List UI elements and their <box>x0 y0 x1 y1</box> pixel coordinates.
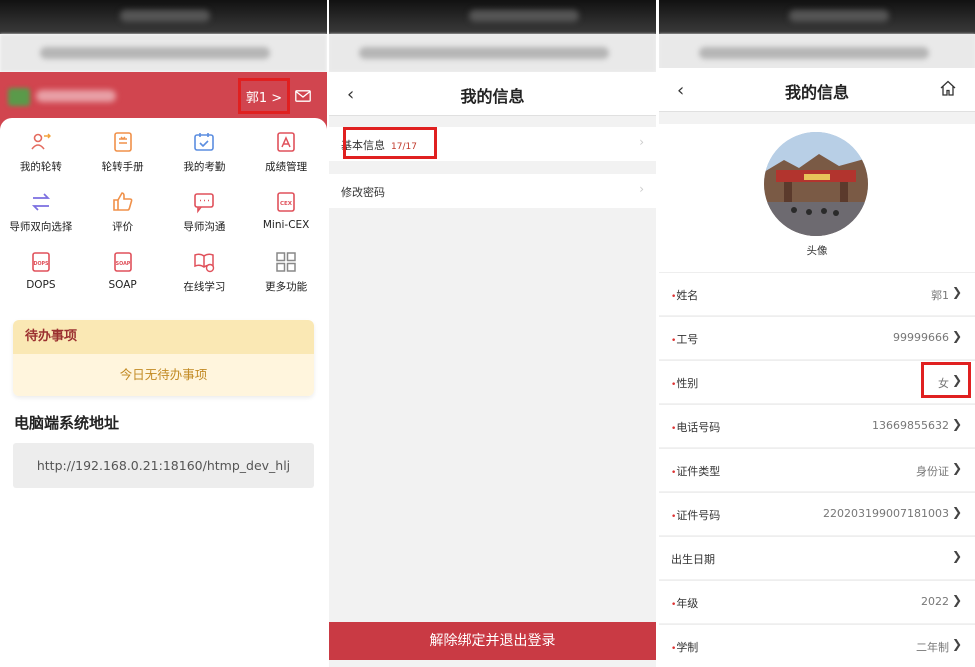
avatar-label: 头像 <box>806 245 828 257</box>
chevron-right-icon: ❯ <box>951 329 962 343</box>
chevron-right-icon: › <box>639 182 644 196</box>
nav-bar: ‹ 我的信息 <box>659 68 975 112</box>
field-row-birth-date[interactable]: 出生日期 ❯ <box>659 536 975 579</box>
field-row-id-type[interactable]: •证件类型 身份证 ❯ <box>659 448 975 491</box>
grid-item-mentor-selection[interactable]: 导师双向选择 <box>0 190 82 236</box>
field-row-employee-id[interactable]: •工号 99999666 ❯ <box>659 316 975 359</box>
unbind-logout-button[interactable]: 解除绑定并退出登录 <box>329 622 656 660</box>
field-row-name[interactable]: •姓名 郭1 ❯ <box>659 272 975 315</box>
basic-info-screen: ‹ 我的信息 头像 •姓名 郭1 ❯ •工号 99999666 ❯ •性别 女 … <box>659 0 975 667</box>
field-label: 学制 <box>676 641 699 654</box>
field-row-grade[interactable]: •年级 2022 ❯ <box>659 580 975 623</box>
attendance-calendar-icon <box>194 133 215 151</box>
chevron-right-icon: ❯ <box>951 417 962 431</box>
chevron-right-icon: › <box>639 135 644 149</box>
field-label: 证件类型 <box>676 465 721 478</box>
dops-form-icon: DOPS <box>32 252 50 272</box>
browser-url-bar <box>0 34 327 72</box>
chevron-right-icon: ❯ <box>951 285 962 299</box>
grid-item-rotation[interactable]: 我的轮转 <box>0 130 82 176</box>
grid-item-more[interactable]: 更多功能 <box>245 250 327 296</box>
rotation-icon <box>31 133 51 150</box>
thumbs-up-icon <box>112 192 133 211</box>
field-value: 13669855632 <box>872 419 949 432</box>
todo-card: 待办事项 今日无待办事项 <box>13 320 314 396</box>
field-value: 身份证 <box>916 465 949 478</box>
svg-text:CEX: CEX <box>280 201 293 207</box>
user-profile-link[interactable]: 郭1 > <box>238 78 290 114</box>
grid-item-dops[interactable]: DOPS DOPS <box>0 250 82 296</box>
grid-item-mini-cex[interactable]: CEX Mini-CEX <box>245 190 327 236</box>
field-value: 郭1 <box>931 289 949 302</box>
chevron-right-icon: ❯ <box>951 637 962 651</box>
change-password-row[interactable]: 修改密码 › <box>329 174 656 208</box>
pc-address-title: 电脑端系统地址 <box>14 414 120 432</box>
home-screen: 郭1 > 我的轮转 轮转手册 我的考勤 成绩管理 导师双向选择 评价 导师沟通 … <box>0 0 327 667</box>
grid-item-grades[interactable]: 成绩管理 <box>245 130 327 176</box>
status-bar <box>659 0 975 34</box>
field-label: 年级 <box>676 597 699 610</box>
field-row-id-number[interactable]: •证件号码 220203199007181003 ❯ <box>659 492 975 535</box>
svg-text:SOAP: SOAP <box>115 261 130 267</box>
chevron-right-icon: ❯ <box>951 593 962 607</box>
svg-text:DOPS: DOPS <box>33 261 49 267</box>
field-label: 性别 <box>676 377 699 390</box>
grid-item-evaluation[interactable]: 评价 <box>82 190 164 236</box>
home-icon[interactable] <box>939 79 957 97</box>
grid-item-online-learning[interactable]: 在线学习 <box>164 250 246 296</box>
grid-item-mentor-chat[interactable]: 导师沟通 <box>164 190 246 236</box>
browser-url-bar <box>659 34 975 72</box>
cex-form-icon: CEX <box>277 192 295 212</box>
chevron-right-icon: ❯ <box>951 505 962 519</box>
avatar[interactable] <box>764 132 868 236</box>
pc-address-url[interactable]: http://192.168.0.21:18160/htmp_dev_hlj <box>13 443 314 488</box>
blurred-user-info <box>8 86 118 106</box>
online-learning-icon <box>194 253 215 273</box>
soap-form-icon: SOAP <box>113 252 132 272</box>
page-title: 我的信息 <box>460 87 525 106</box>
grid-item-attendance[interactable]: 我的考勤 <box>164 130 246 176</box>
field-row-program-length[interactable]: •学制 二年制 ❯ <box>659 624 975 667</box>
field-value: 99999666 <box>893 331 949 344</box>
field-label: 出生日期 <box>671 553 715 566</box>
grid-item-handbook[interactable]: 轮转手册 <box>82 130 164 176</box>
todo-empty-message: 今日无待办事项 <box>13 354 314 396</box>
user-name: 郭1 > <box>245 90 283 106</box>
grid-more-icon <box>276 252 296 272</box>
field-value: 2022 <box>921 595 949 608</box>
field-label: 证件号码 <box>676 509 721 522</box>
todo-title: 待办事项 <box>13 320 314 354</box>
grade-document-icon <box>277 132 295 152</box>
status-bar <box>0 0 327 34</box>
page-title: 我的信息 <box>784 83 849 102</box>
status-bar <box>329 0 656 34</box>
field-value: 二年制 <box>916 641 949 654</box>
highlight-box <box>921 362 971 398</box>
field-value: 220203199007181003 <box>823 507 949 520</box>
nav-bar: ‹ 我的信息 <box>329 72 656 116</box>
swap-arrows-icon <box>31 193 50 211</box>
function-grid: 我的轮转 轮转手册 我的考勤 成绩管理 导师双向选择 评价 导师沟通 CEX M… <box>0 130 327 296</box>
grid-item-soap[interactable]: SOAP SOAP <box>82 250 164 296</box>
handbook-icon <box>113 132 132 152</box>
chat-icon <box>194 193 215 214</box>
field-label: 电话号码 <box>676 421 721 434</box>
field-row-phone[interactable]: •电话号码 13669855632 ❯ <box>659 404 975 447</box>
my-info-menu-screen: ‹ 我的信息 基本信息 17/17 › 修改密码 › 解除绑定并退出登录 <box>329 0 656 667</box>
chevron-right-icon: ❯ <box>951 461 962 475</box>
mail-icon[interactable] <box>295 90 311 102</box>
field-label: 工号 <box>676 333 699 346</box>
change-password-label: 修改密码 <box>341 186 385 199</box>
function-card: 我的轮转 轮转手册 我的考勤 成绩管理 导师双向选择 评价 导师沟通 CEX M… <box>0 118 327 318</box>
field-label: 姓名 <box>676 289 699 302</box>
highlight-box <box>343 127 437 159</box>
chevron-right-icon: ❯ <box>951 549 962 563</box>
avatar-section: 头像 <box>659 124 975 272</box>
browser-url-bar <box>329 34 656 72</box>
